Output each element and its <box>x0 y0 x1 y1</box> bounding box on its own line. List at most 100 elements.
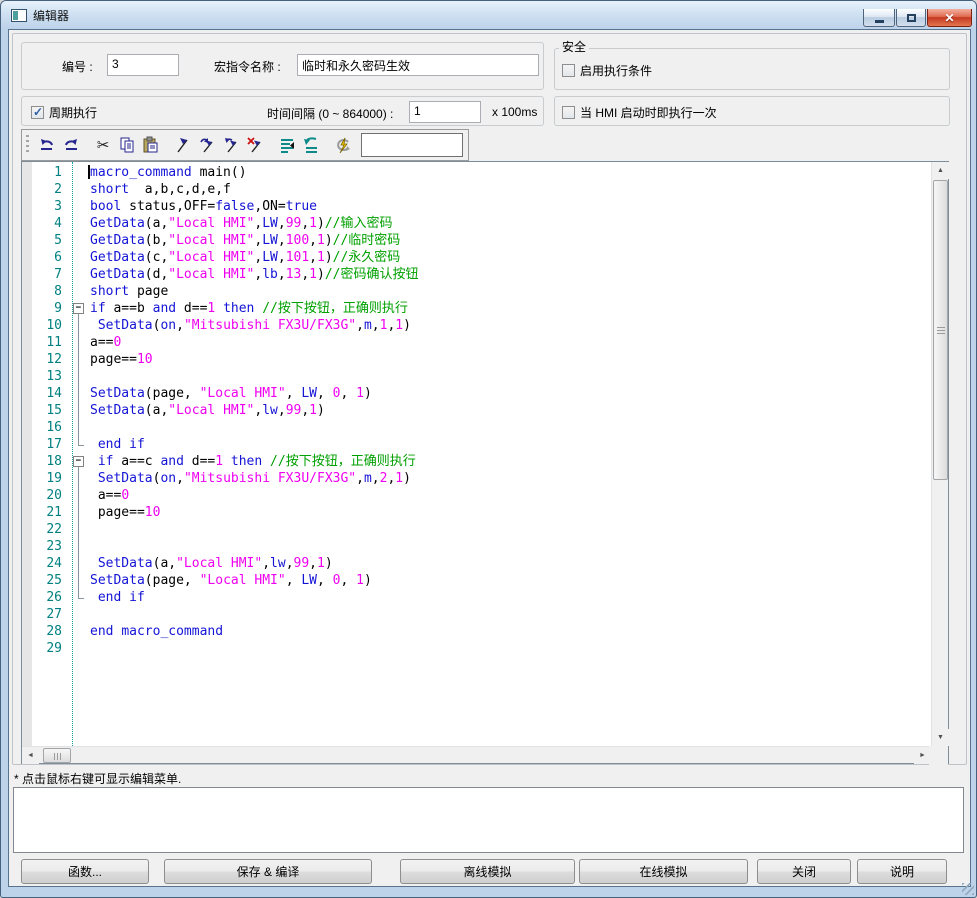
toolbar-grip[interactable] <box>26 135 29 155</box>
code-text: end if <box>90 589 145 606</box>
line-number: 16 <box>22 419 68 436</box>
vertical-scrollbar-thumb[interactable] <box>933 180 948 480</box>
periodic-checkbox-box[interactable] <box>31 106 44 119</box>
line-number: 21 <box>22 504 68 521</box>
minimize-icon <box>875 20 884 23</box>
code-line: 13 <box>22 368 931 385</box>
line-number: 12 <box>22 351 68 368</box>
next-bookmark-button[interactable] <box>195 133 219 157</box>
code-line: 15SetData(a,"Local HMI",lw,99,1) <box>22 402 931 419</box>
security-group-title: 安全 <box>559 38 589 55</box>
collapse-icon[interactable]: − <box>73 303 84 314</box>
interval-field[interactable]: 1 <box>409 101 481 123</box>
fold-margin <box>68 198 90 215</box>
app-icon <box>11 9 27 22</box>
paste-button[interactable] <box>139 133 163 157</box>
prev-bookmark-button[interactable] <box>219 133 243 157</box>
compiler-output-area[interactable] <box>13 787 964 853</box>
line-number: 20 <box>22 487 68 504</box>
code-text: GetData(b,"Local HMI",LW,100,1)//临时密码 <box>90 232 400 249</box>
fold-margin <box>68 334 90 351</box>
line-number: 17 <box>22 436 68 453</box>
fold-margin <box>68 504 90 521</box>
code-line: 28end macro_command <box>22 623 931 640</box>
fold-margin <box>68 606 90 623</box>
fold-margin <box>68 623 90 640</box>
toolbar-search-input[interactable] <box>361 133 463 157</box>
scroll-left-arrow[interactable]: ◄ <box>22 747 39 764</box>
line-number: 7 <box>22 266 68 283</box>
fold-margin <box>68 249 90 266</box>
horizontal-scrollbar-thumb[interactable] <box>43 748 71 763</box>
help-button[interactable]: 说明 <box>857 859 947 884</box>
close-button[interactable]: ✕ <box>927 9 972 27</box>
fold-margin <box>68 215 90 232</box>
client-area: 编号 : 3 宏指令名称 : 临时和永久密码生效 安全 启用执行条件 周期执行 … <box>8 29 971 887</box>
minimize-button[interactable] <box>863 9 895 27</box>
vertical-scrollbar[interactable]: ▲ ▼ <box>931 162 948 746</box>
undo-button[interactable] <box>35 133 59 157</box>
line-number: 4 <box>22 215 68 232</box>
offline-simulation-button[interactable]: 离线模拟 <box>400 859 575 884</box>
collapse-icon[interactable]: − <box>73 456 84 467</box>
interval-unit-label: x 100ms <box>492 105 537 119</box>
paste-icon <box>142 136 160 154</box>
enable-condition-checkbox-box[interactable] <box>562 64 575 77</box>
clear-bookmarks-button[interactable] <box>243 133 267 157</box>
startup-once-checkbox[interactable]: 当 HMI 启动时即执行一次 <box>562 104 717 121</box>
periodic-checkbox[interactable]: 周期执行 <box>31 104 97 121</box>
line-number: 6 <box>22 249 68 266</box>
fold-margin <box>68 283 90 300</box>
line-number: 10 <box>22 317 68 334</box>
titlebar: 编辑器 <box>1 1 976 29</box>
startup-once-checkbox-box[interactable] <box>562 106 575 119</box>
code-text: GetData(a,"Local HMI",LW,99,1)//输入密码 <box>90 215 392 232</box>
fold-toggle[interactable]: − <box>68 300 90 317</box>
macro-name-field[interactable]: 临时和永久密码生效 <box>297 54 539 76</box>
line-number: 29 <box>22 640 68 657</box>
code-line: 16 <box>22 419 931 436</box>
goto-line-icon <box>278 136 296 154</box>
code-text: page==10 <box>90 504 160 521</box>
scroll-up-arrow[interactable]: ▲ <box>932 162 949 179</box>
code-editor[interactable]: 1macro_command main()2short a,b,c,d,e,f3… <box>21 161 949 764</box>
id-field[interactable]: 3 <box>107 54 179 76</box>
goto-line-button[interactable] <box>275 133 299 157</box>
enable-condition-checkbox[interactable]: 启用执行条件 <box>562 62 652 79</box>
code-viewport[interactable]: 1macro_command main()2short a,b,c,d,e,f3… <box>22 162 931 746</box>
thumb-grip-icon <box>54 753 62 760</box>
code-line: 25SetData(page, "Local HMI", LW, 0, 1) <box>22 572 931 589</box>
fold-margin <box>68 266 90 283</box>
window-title: 编辑器 <box>33 7 69 24</box>
copy-button[interactable] <box>115 133 139 157</box>
scrollbar-corner <box>929 746 948 765</box>
save-compile-button[interactable]: 保存 & 编译 <box>164 859 372 884</box>
find-button[interactable] <box>331 133 355 157</box>
maximize-button[interactable] <box>896 9 926 27</box>
startup-once-label: 当 HMI 启动时即执行一次 <box>580 104 717 121</box>
scroll-down-arrow[interactable]: ▼ <box>932 729 949 746</box>
cut-button[interactable]: ✂ <box>91 133 115 157</box>
horizontal-scrollbar[interactable]: ◄ ► <box>22 746 931 763</box>
functions-button[interactable]: 函数... <box>21 859 149 884</box>
code-text: GetData(d,"Local HMI",lb,13,1)//密码确认按钮 <box>90 266 418 283</box>
close-dialog-button[interactable]: 关闭 <box>757 859 851 884</box>
code-line: 5GetData(b,"Local HMI",LW,100,1)//临时密码 <box>22 232 931 249</box>
code-line: 9−if a==b and d==1 then //按下按钮，正确则执行 <box>22 300 931 317</box>
line-number: 9 <box>22 300 68 317</box>
line-number: 22 <box>22 521 68 538</box>
return-to-line-button[interactable] <box>299 133 323 157</box>
redo-button[interactable] <box>59 133 83 157</box>
toggle-bookmark-button[interactable] <box>171 133 195 157</box>
redo-icon <box>62 136 80 154</box>
code-line: 4 GetData(a,"Local HMI",LW,99,1)//输入密码 <box>22 215 931 232</box>
line-number: 27 <box>22 606 68 623</box>
code-text: a==0 <box>90 334 121 351</box>
online-simulation-button[interactable]: 在线模拟 <box>579 859 748 884</box>
fold-toggle[interactable]: − <box>68 453 90 470</box>
resize-grip[interactable] <box>962 883 974 895</box>
line-number: 28 <box>22 623 68 640</box>
code-line: 3bool status,OFF=false,ON=true <box>22 198 931 215</box>
fold-margin <box>68 419 90 436</box>
code-text: if a==b and d==1 then //按下按钮，正确则执行 <box>90 300 408 317</box>
